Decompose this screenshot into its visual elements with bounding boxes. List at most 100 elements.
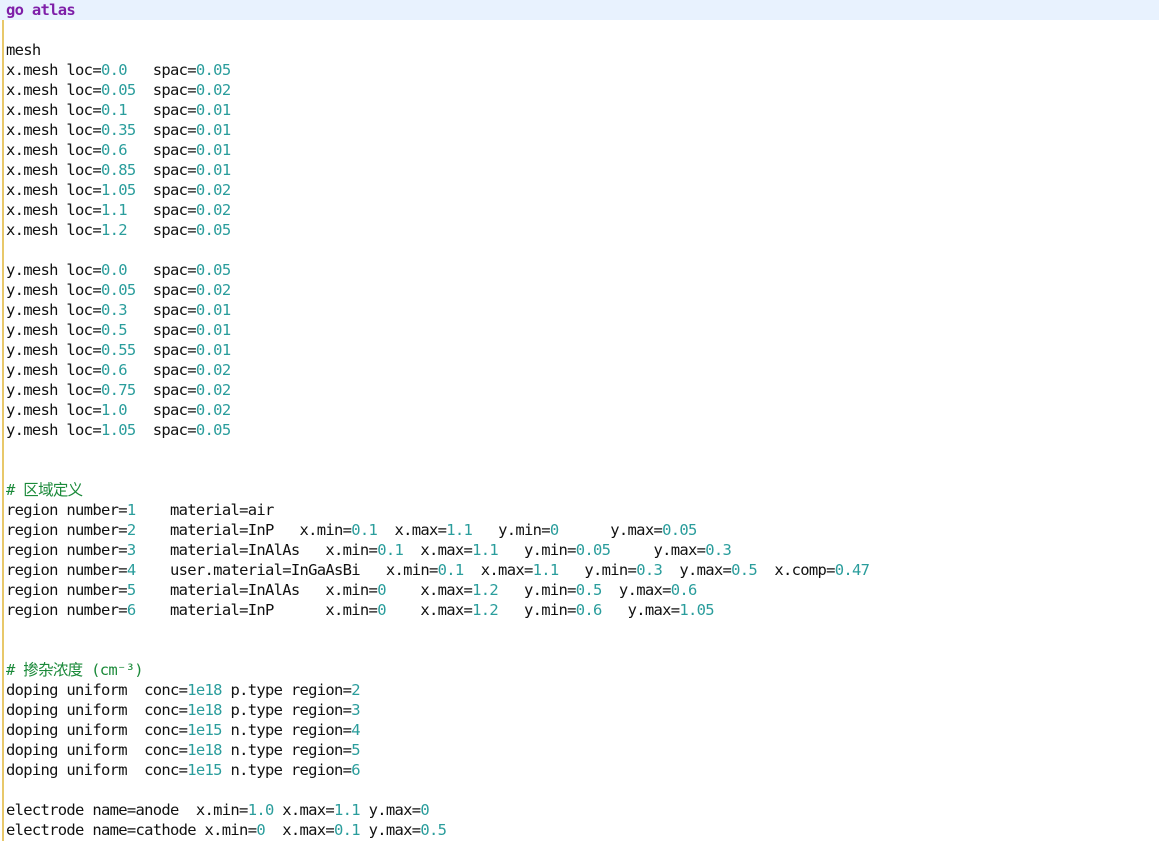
- code-line[interactable]: y.mesh loc=1.05 spac=0.05: [0, 420, 1159, 440]
- code-token: y.mesh loc=: [6, 281, 102, 299]
- code-line[interactable]: doping uniform conc=1e15 n.type region=4: [0, 720, 1159, 740]
- number-token: 0.01: [195, 341, 231, 359]
- code-line[interactable]: region number=3 material=InAlAs x.min=0.…: [0, 540, 1159, 560]
- code-lines[interactable]: go atlas mesh x.mesh loc=0.0 spac=0.05 x.m…: [0, 0, 1159, 840]
- code-token: x.mesh loc=: [6, 161, 102, 179]
- number-token: 6: [126, 601, 136, 619]
- code-token: region number=: [6, 581, 128, 599]
- number-token: 0.01: [195, 161, 231, 179]
- code-token: y.mesh loc=: [6, 401, 102, 419]
- code-token: n.type region=: [221, 721, 352, 739]
- number-token: 0.55: [100, 341, 136, 359]
- code-line[interactable]: # 掺杂浓度 (cm⁻³): [0, 660, 1159, 680]
- code-editor[interactable]: go atlas mesh x.mesh loc=0.0 spac=0.05 x.m…: [0, 0, 1159, 841]
- code-line[interactable]: doping uniform conc=1e18 n.type region=5: [0, 740, 1159, 760]
- code-line[interactable]: electrode name=cathode x.min=0 x.max=0.1…: [0, 820, 1159, 840]
- code-token: spac=: [126, 141, 197, 159]
- code-token: y.max=: [610, 541, 706, 559]
- code-token: region number=: [6, 541, 128, 559]
- code-line[interactable]: x.mesh loc=0.85 spac=0.01: [0, 160, 1159, 180]
- code-line[interactable]: y.mesh loc=0.0 spac=0.05: [0, 260, 1159, 280]
- number-token: 5: [126, 581, 136, 599]
- code-line[interactable]: y.mesh loc=0.3 spac=0.01: [0, 300, 1159, 320]
- code-token: y.max=: [359, 801, 422, 819]
- code-line[interactable]: region number=1 material=air: [0, 500, 1159, 520]
- code-line[interactable]: [0, 240, 1159, 260]
- code-line[interactable]: region number=4 user.material=InGaAsBi x…: [0, 560, 1159, 580]
- code-token: x.max=: [403, 541, 473, 559]
- code-line[interactable]: region number=5 material=InAlAs x.min=0 …: [0, 580, 1159, 600]
- code-token: x.max=: [385, 601, 473, 619]
- number-token: 0.0: [100, 61, 128, 79]
- number-token: 0.01: [195, 301, 231, 319]
- code-line[interactable]: go atlas: [0, 0, 1159, 20]
- code-line[interactable]: doping uniform conc=1e18 p.type region=2: [0, 680, 1159, 700]
- number-token: 0.05: [575, 541, 611, 559]
- code-token: x.max=: [273, 801, 335, 819]
- code-token: spac=: [126, 321, 197, 339]
- code-line[interactable]: # 区域定义: [0, 480, 1159, 500]
- code-line[interactable]: x.mesh loc=0.1 spac=0.01: [0, 100, 1159, 120]
- number-token: 0: [549, 521, 559, 539]
- code-line[interactable]: y.mesh loc=0.75 spac=0.02: [0, 380, 1159, 400]
- number-token: 0.01: [195, 121, 231, 139]
- number-token: 1.1: [472, 541, 499, 559]
- number-token: 0.6: [575, 601, 603, 619]
- code-line[interactable]: x.mesh loc=0.6 spac=0.01: [0, 140, 1159, 160]
- number-token: 0.0: [100, 261, 128, 279]
- code-line[interactable]: mesh: [0, 40, 1159, 60]
- code-token: spac=: [126, 301, 197, 319]
- number-token: 0.02: [195, 401, 231, 419]
- code-line[interactable]: y.mesh loc=0.6 spac=0.02: [0, 360, 1159, 380]
- code-line[interactable]: x.mesh loc=0.0 spac=0.05: [0, 60, 1159, 80]
- number-token: 0.05: [195, 221, 231, 239]
- code-token: n.type region=: [221, 741, 352, 759]
- code-line[interactable]: doping uniform conc=1e15 n.type region=6: [0, 760, 1159, 780]
- number-token: 0.1: [437, 561, 465, 579]
- code-line[interactable]: x.mesh loc=0.35 spac=0.01: [0, 120, 1159, 140]
- number-token: 1e15: [187, 761, 222, 779]
- code-line[interactable]: [0, 460, 1159, 480]
- code-line[interactable]: [0, 640, 1159, 660]
- code-line[interactable]: x.mesh loc=0.05 spac=0.02: [0, 80, 1159, 100]
- code-line[interactable]: region number=2 material=InP x.min=0.1 x…: [0, 520, 1159, 540]
- code-line[interactable]: [0, 620, 1159, 640]
- code-token: material=InP x.min=: [135, 601, 378, 619]
- code-token: x.max=: [264, 821, 335, 839]
- code-token: material=InP x.min=: [135, 521, 352, 539]
- code-token: x.mesh loc=: [6, 141, 102, 159]
- number-token: 1.0: [100, 401, 128, 419]
- code-line[interactable]: y.mesh loc=1.0 spac=0.02: [0, 400, 1159, 420]
- code-line[interactable]: x.mesh loc=1.05 spac=0.02: [0, 180, 1159, 200]
- code-token: spac=: [126, 221, 197, 239]
- code-line[interactable]: region number=6 material=InP x.min=0 x.m…: [0, 600, 1159, 620]
- number-token: 1e15: [187, 721, 222, 739]
- code-token: y.max=: [662, 561, 732, 579]
- code-line[interactable]: y.mesh loc=0.5 spac=0.01: [0, 320, 1159, 340]
- number-token: 3: [351, 701, 360, 719]
- code-token: doping uniform conc=: [6, 761, 188, 779]
- number-token: 0.02: [195, 281, 231, 299]
- code-token: y.mesh loc=: [6, 381, 102, 399]
- code-line[interactable]: x.mesh loc=1.2 spac=0.05: [0, 220, 1159, 240]
- comment-token: # 区域定义: [6, 481, 83, 499]
- number-token: 0.6: [670, 581, 698, 599]
- code-token: y.mesh loc=: [6, 361, 102, 379]
- number-token: 0.02: [195, 381, 231, 399]
- code-token: y.min=: [498, 541, 576, 559]
- code-line[interactable]: [0, 440, 1159, 460]
- keyword-token: go atlas: [6, 1, 76, 19]
- code-token: region number=: [6, 501, 128, 519]
- number-token: 1.05: [100, 181, 136, 199]
- code-line[interactable]: y.mesh loc=0.05 spac=0.02: [0, 280, 1159, 300]
- code-line[interactable]: [0, 780, 1159, 800]
- code-line[interactable]: electrode name=anode x.min=1.0 x.max=1.1…: [0, 800, 1159, 820]
- code-token: y.min=: [472, 521, 550, 539]
- number-token: 0.5: [731, 561, 758, 579]
- code-line[interactable]: doping uniform conc=1e18 p.type region=3: [0, 700, 1159, 720]
- code-token: p.type region=: [221, 701, 352, 719]
- code-line[interactable]: [0, 20, 1159, 40]
- code-line[interactable]: y.mesh loc=0.55 spac=0.01: [0, 340, 1159, 360]
- code-line[interactable]: x.mesh loc=1.1 spac=0.02: [0, 200, 1159, 220]
- number-token: 0.05: [100, 281, 136, 299]
